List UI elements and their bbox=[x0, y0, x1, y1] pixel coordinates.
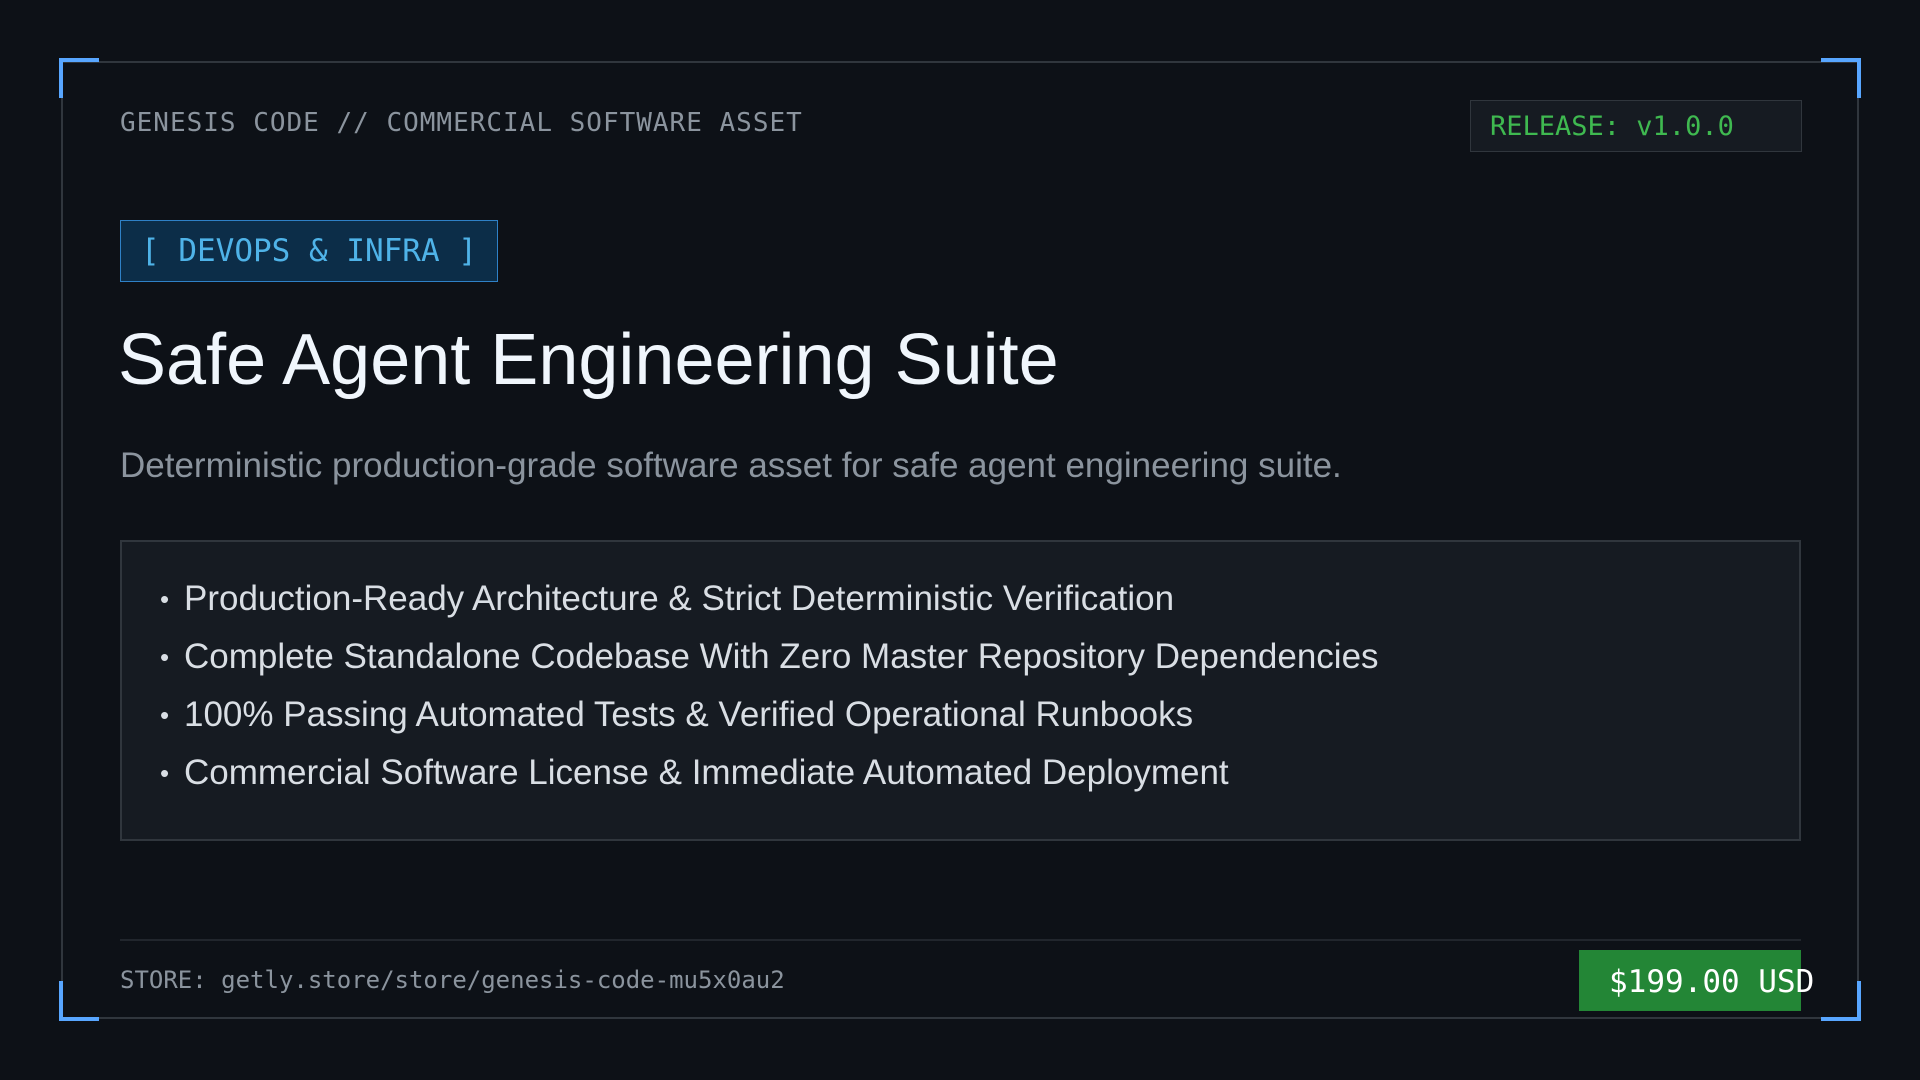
product-subtitle: Deterministic production-grade software … bbox=[120, 446, 1342, 485]
bullet-icon: • bbox=[160, 758, 170, 788]
bullet-icon: • bbox=[160, 700, 170, 730]
feature-item: • Production-Ready Architecture & Strict … bbox=[160, 570, 1799, 628]
corner-bracket-bottom-left bbox=[59, 981, 99, 1021]
feature-item: • 100% Passing Automated Tests & Verified… bbox=[160, 686, 1799, 744]
feature-list: • Production-Ready Architecture & Strict … bbox=[120, 540, 1801, 841]
release-badge: RELEASE: v1.0.0 bbox=[1470, 100, 1802, 152]
store-link[interactable]: STORE: getly.store/store/genesis-code-mu… bbox=[120, 965, 785, 995]
brand-eyebrow: GENESIS CODE // COMMERCIAL SOFTWARE ASSE… bbox=[120, 108, 803, 138]
feature-item: • Commercial Software License & Immediate… bbox=[160, 744, 1799, 802]
bullet-icon: • bbox=[160, 584, 170, 614]
feature-item: • Complete Standalone Codebase With Zero … bbox=[160, 628, 1799, 686]
feature-text: Complete Standalone Codebase With Zero M… bbox=[184, 637, 1379, 676]
feature-text: Production-Ready Architecture & Strict D… bbox=[184, 579, 1175, 618]
corner-bracket-bottom-right bbox=[1821, 981, 1861, 1021]
footer-divider bbox=[120, 939, 1801, 941]
category-tag: [ DEVOPS & INFRA ] bbox=[120, 220, 498, 282]
corner-bracket-top-right bbox=[1821, 58, 1861, 98]
corner-bracket-top-left bbox=[59, 58, 99, 98]
price-button[interactable]: $199.00 USD bbox=[1579, 950, 1814, 1011]
bullet-icon: • bbox=[160, 642, 170, 672]
product-title: Safe Agent Engineering Suite bbox=[118, 320, 1059, 400]
feature-text: 100% Passing Automated Tests & Verified … bbox=[184, 695, 1194, 734]
feature-text: Commercial Software License & Immediate … bbox=[184, 753, 1229, 792]
